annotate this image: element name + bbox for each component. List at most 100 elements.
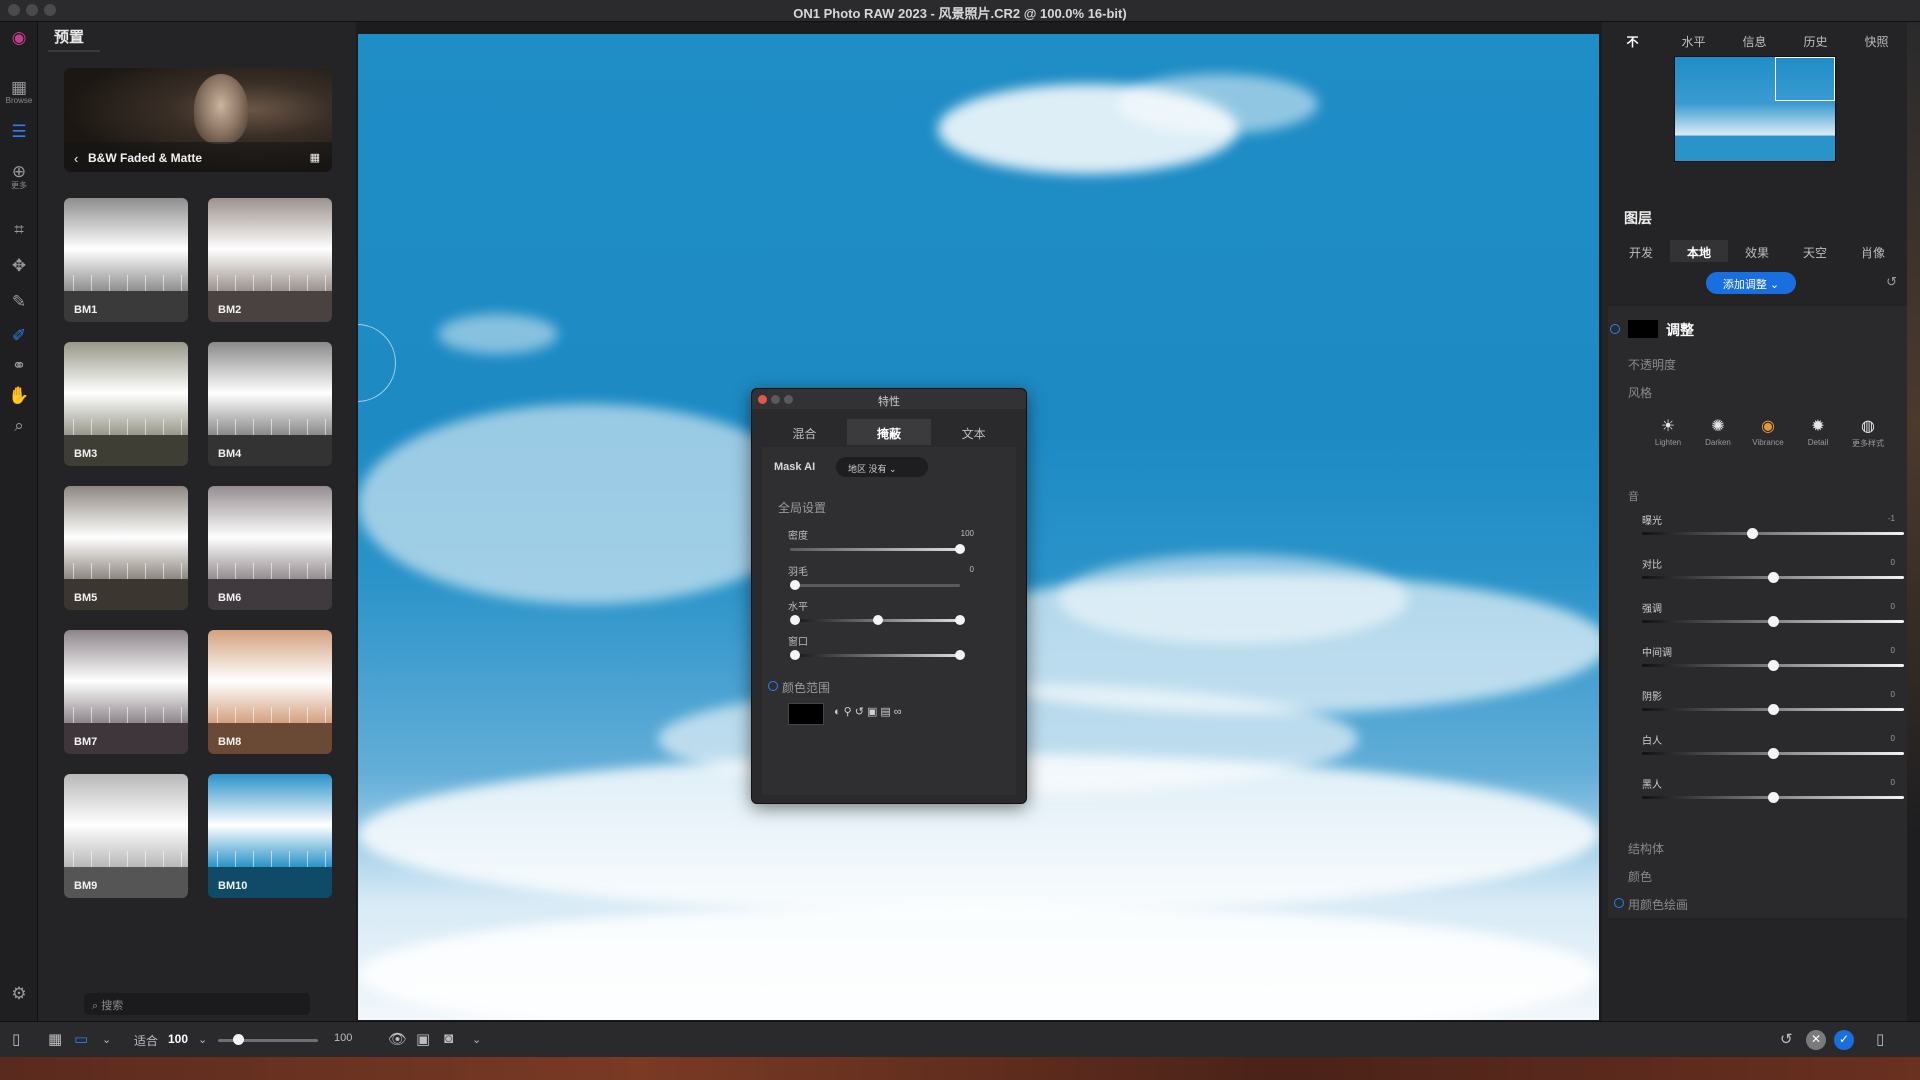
level-slider-knob-high[interactable] (955, 615, 965, 625)
feather-slider-knob[interactable] (790, 580, 800, 590)
chevron-down-icon[interactable]: ⌄ (472, 1033, 481, 1046)
clone-stamp-icon[interactable]: ⚭ (0, 356, 38, 376)
apply-button[interactable]: ✓ (1834, 1030, 1854, 1050)
navigator-viewport-box[interactable] (1775, 57, 1835, 101)
tab-history[interactable]: 历史 (1785, 28, 1846, 52)
navigator-preview[interactable] (1674, 56, 1836, 162)
dialog-zoom-button[interactable] (784, 395, 793, 404)
paste-icon[interactable]: ▤ (880, 706, 893, 718)
tone-slider-knob[interactable] (1768, 616, 1779, 627)
detail-glyph: ✹ (1811, 418, 1825, 435)
preset-label: BM7 (74, 736, 98, 748)
preset-thumbnail[interactable]: BM8 (208, 630, 332, 754)
more-styles-icon[interactable]: ◍ 更多样式 (1846, 416, 1890, 449)
adjustment-visibility-radio[interactable] (1610, 324, 1620, 334)
color-range-swatch[interactable] (788, 703, 824, 725)
copy-icon[interactable]: ▣ (867, 706, 880, 718)
reset-icon[interactable]: ↺ (1780, 1030, 1793, 1048)
mask-ai-dropdown[interactable]: 地区 没有 ⌄ (836, 457, 928, 477)
paint-with-color-radio[interactable] (1614, 898, 1624, 908)
tone-slider-knob[interactable] (1768, 792, 1779, 803)
preset-search-input[interactable]: ⌕ 搜索 (84, 993, 310, 1015)
tone-slider-knob[interactable] (1768, 660, 1779, 671)
darken-style-icon[interactable]: ✺ Darken (1696, 416, 1740, 447)
preset-thumbnail[interactable]: BM9 (64, 774, 188, 898)
toggle-right-panel-icon[interactable]: ▯ (1876, 1030, 1884, 1048)
back-chevron-icon[interactable]: ‹ (74, 151, 78, 166)
tab-sky[interactable]: 天空 (1786, 240, 1844, 262)
window-slider-knob-low[interactable] (790, 650, 800, 660)
tab-develop[interactable]: 开发 (1612, 240, 1670, 262)
tone-slider-track[interactable] (1642, 532, 1904, 535)
color-range-radio[interactable] (768, 681, 778, 691)
tone-slider-knob[interactable] (1747, 528, 1759, 539)
dialog-minimize-button[interactable] (771, 395, 780, 404)
fit-button[interactable]: 适合 (134, 1032, 158, 1049)
transform-tool-icon[interactable]: ✥ (0, 256, 38, 276)
preset-thumbnail[interactable]: BM2 (208, 198, 332, 322)
tab-effects[interactable]: 效果 (1728, 240, 1786, 262)
grid-view-icon[interactable]: ▦ (310, 151, 320, 164)
preset-category-card[interactable]: ‹ B&W Faded & Matte ▦ (64, 68, 332, 172)
eyedropper-icon[interactable]: ⚲ (844, 706, 855, 718)
zoom-slider-knob[interactable] (233, 1034, 244, 1045)
tab-blend[interactable]: 混合 (762, 419, 847, 445)
tab-snapshots[interactable]: 快照 (1846, 28, 1907, 52)
cancel-button[interactable]: ✕ (1806, 1030, 1826, 1050)
vibrance-style-icon[interactable]: ◉ Vibrance (1746, 416, 1790, 447)
adjustment-mask-thumbnail[interactable] (1628, 320, 1658, 338)
compare-view-icon[interactable]: ▭ (74, 1030, 88, 1048)
window-slider-knob-high[interactable] (955, 650, 965, 660)
preview-eye-icon[interactable]: 👁 (388, 1030, 407, 1048)
tab-text[interactable]: 文本 (931, 419, 1016, 445)
level-slider-knob-low[interactable] (790, 615, 800, 625)
level-slider-knob-mid[interactable] (873, 615, 883, 625)
chevron-down-icon[interactable]: ⌄ (102, 1033, 111, 1046)
preset-thumbnail[interactable]: BM1 (64, 198, 188, 322)
retouch-brush-icon[interactable]: ✎ (0, 292, 38, 312)
preset-thumbnail[interactable]: BM10 (208, 774, 332, 898)
density-slider-track[interactable] (790, 548, 960, 551)
camera-icon[interactable]: ◙ (444, 1030, 453, 1047)
preset-thumbnail[interactable]: BM3 (64, 342, 188, 466)
tone-slider-knob[interactable] (1768, 704, 1779, 715)
dialog-close-button[interactable] (758, 395, 767, 404)
edit-tool-icon[interactable]: ☰ (0, 122, 38, 142)
lighten-style-icon[interactable]: ☀ Lighten (1646, 416, 1690, 447)
tab-info[interactable]: 信息 (1724, 28, 1785, 52)
crop-tool-icon[interactable]: ⌗ (0, 220, 38, 240)
preset-thumbnail[interactable]: BM4 (208, 342, 332, 466)
more-tool[interactable]: ⊕ 更多 (0, 162, 38, 191)
adjustment-layer-panel: 调整 不透明度 风格 ☀ Lighten ✺ Darken ◉ Vibrance ✹ D… (1608, 306, 1907, 918)
tab-navigator[interactable]: 不 (1602, 28, 1663, 52)
tab-local[interactable]: 本地 (1670, 240, 1728, 262)
toggle-left-panel-icon[interactable]: ▯ (12, 1030, 20, 1048)
preset-thumbnail[interactable]: BM5 (64, 486, 188, 610)
window-slider-track[interactable] (790, 654, 960, 657)
tab-portrait[interactable]: 肖像 (1844, 240, 1902, 262)
preset-thumbnail[interactable]: BM7 (64, 630, 188, 754)
masking-brush-icon[interactable]: ✐ (0, 326, 38, 346)
tab-masking[interactable]: 掩蔽 (846, 419, 932, 445)
hand-tool-icon[interactable]: ✋ (0, 386, 38, 406)
contrast-icon[interactable]: ◐ (834, 706, 844, 718)
ai-assistant-icon[interactable]: ⚙ (0, 984, 38, 1004)
show-mask-icon[interactable]: ▣ (416, 1030, 430, 1048)
zoom-value[interactable]: 100 (168, 1032, 188, 1046)
grid-view-icon[interactable]: ▦ (48, 1030, 62, 1048)
reset-icon[interactable]: ↺ (855, 706, 867, 718)
chevron-down-icon[interactable]: ⌄ (198, 1033, 207, 1046)
browse-tool[interactable]: ▦ Browse (0, 78, 38, 105)
tone-slider-knob[interactable] (1768, 572, 1779, 583)
tone-slider-knob[interactable] (1768, 748, 1779, 759)
zoom-tool-icon[interactable]: ⌕ (0, 416, 38, 436)
view-mask-icon[interactable]: ∞ (894, 706, 905, 718)
reset-icon[interactable]: ↺ (1886, 274, 1897, 290)
tab-levels[interactable]: 水平 (1663, 28, 1724, 52)
detail-style-icon[interactable]: ✹ Detail (1796, 416, 1840, 447)
preset-thumbnail[interactable]: BM6 (208, 486, 332, 610)
density-slider-knob[interactable] (955, 544, 965, 554)
add-adjustment-button[interactable]: 添加调整 ⌄ (1706, 272, 1796, 294)
feather-slider-track[interactable] (790, 584, 960, 587)
wind-turbines (208, 706, 332, 723)
